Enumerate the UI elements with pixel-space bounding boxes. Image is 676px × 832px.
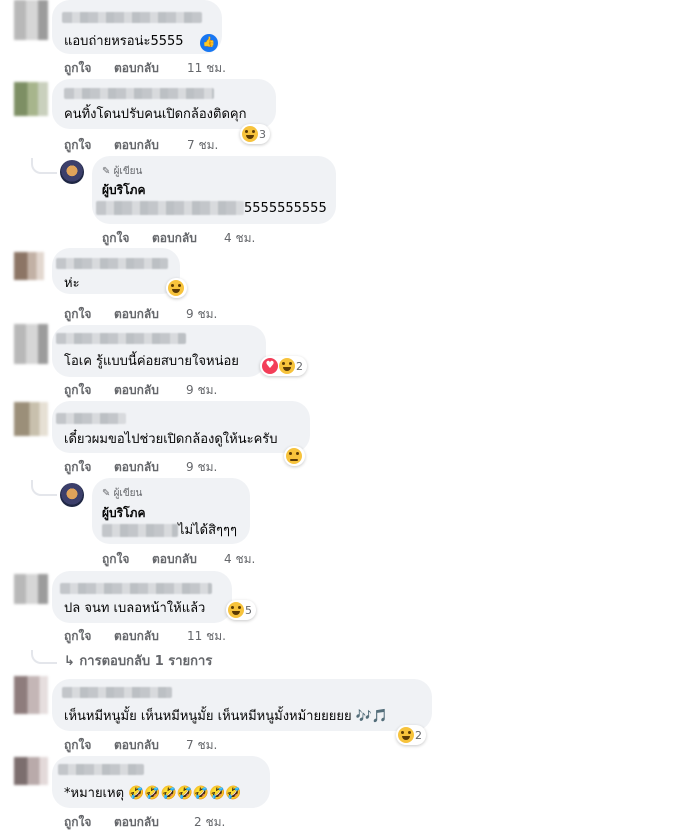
like-button[interactable]: ถูกใจ bbox=[102, 229, 129, 248]
comment-bubble: ปล จนท เบลอหน้าให้แล้ว bbox=[52, 571, 232, 623]
reply-button[interactable]: ตอบกลับ bbox=[114, 458, 159, 477]
reaction-summary[interactable]: ♥ 2 bbox=[260, 356, 307, 376]
reply-text: 5555555555 bbox=[244, 201, 327, 216]
haha-emoji-icon bbox=[168, 280, 184, 296]
author-badge: ✎ ผู้เขียน bbox=[102, 166, 143, 177]
comment-bubble: เห็นหมีหนูมั้ย เห็นหมีหนูมั้ย เห็นหมีหนู… bbox=[52, 679, 432, 731]
reply-button[interactable]: ตอบกลับ bbox=[114, 381, 159, 400]
thread-line bbox=[31, 480, 57, 496]
avatar[interactable] bbox=[14, 574, 48, 604]
comment-time[interactable]: 9 ชม. bbox=[186, 458, 217, 477]
comment-bubble: ห่ะ bbox=[52, 248, 180, 294]
reaction-summary[interactable]: 2 bbox=[396, 725, 426, 745]
haha-emoji-icon bbox=[279, 358, 295, 374]
avatar[interactable] bbox=[14, 402, 48, 436]
commenter-name[interactable] bbox=[64, 88, 214, 99]
haha-emoji-icon bbox=[242, 126, 258, 142]
love-heart-icon: ♥ bbox=[262, 358, 278, 374]
reply-bubble: ✎ ผู้เขียน ผู้บริโภค ไม่ได้สิๆๆๆ bbox=[92, 478, 250, 544]
reaction-summary[interactable] bbox=[166, 278, 187, 298]
avatar[interactable] bbox=[14, 757, 48, 785]
commenter-name[interactable] bbox=[58, 764, 144, 775]
view-more-replies-link[interactable]: ↳ การตอบกลับ 1 รายการ bbox=[64, 650, 212, 671]
comment-bubble: *หมายเหตุ 🤣🤣🤣🤣🤣🤣🤣 bbox=[52, 756, 270, 808]
like-button[interactable]: ถูกใจ bbox=[64, 458, 91, 477]
haha-emoji-icon bbox=[398, 727, 414, 743]
comment-text: ปล จนท เบลอหน้าให้แล้ว bbox=[64, 601, 206, 616]
comment-time[interactable]: 7 ชม. bbox=[186, 736, 217, 755]
commenter-name[interactable] bbox=[60, 583, 212, 594]
comment-bubble: คนทิ้งโดนปรับคนเปิดกล้องติดคุก bbox=[52, 79, 276, 129]
reaction-count: 3 bbox=[259, 127, 266, 141]
reply-button[interactable]: ตอบกลับ bbox=[114, 136, 159, 155]
reply-time[interactable]: 4 ชม. bbox=[224, 550, 255, 569]
comment-text: *หมายเหตุ 🤣🤣🤣🤣🤣🤣🤣 bbox=[64, 786, 242, 801]
author-badge-label: ผู้เขียน bbox=[113, 488, 143, 499]
reply-button[interactable]: ตอบกลับ bbox=[114, 813, 159, 832]
page-name[interactable]: ผู้บริโภค bbox=[102, 181, 145, 200]
commenter-name[interactable] bbox=[56, 258, 168, 269]
comment-text: แอบถ่ายหรอน่ะ5555 bbox=[64, 34, 184, 49]
comment-time[interactable]: 9 ชม. bbox=[186, 381, 217, 400]
avatar[interactable] bbox=[14, 82, 48, 116]
like-button[interactable]: ถูกใจ bbox=[64, 381, 91, 400]
reaction-summary[interactable] bbox=[284, 446, 305, 466]
reply-button[interactable]: ตอบกลับ bbox=[114, 627, 159, 646]
comment-time[interactable]: 11 ชม. bbox=[187, 59, 226, 78]
comment-text: เดี๋ยวผมขอไปช่วยเปิดกล้องดูให้นะครับ bbox=[64, 432, 278, 447]
page-name[interactable]: ผู้บริโภค bbox=[102, 504, 145, 523]
blurred-text bbox=[96, 201, 244, 215]
comment-bubble: แอบถ่ายหรอน่ะ5555 👍 bbox=[52, 0, 222, 54]
commenter-name[interactable] bbox=[62, 12, 202, 23]
reaction-count: 2 bbox=[415, 728, 422, 742]
commenter-name[interactable] bbox=[62, 687, 172, 698]
like-button[interactable]: ถูกใจ bbox=[102, 550, 129, 569]
reply-bubble: ✎ ผู้เขียน ผู้บริโภค 5555555555 bbox=[92, 156, 336, 224]
like-button[interactable]: ถูกใจ bbox=[64, 136, 91, 155]
reply-text: ไม่ได้สิๆๆๆ bbox=[178, 523, 237, 538]
like-button[interactable]: ถูกใจ bbox=[64, 305, 91, 324]
comment-time[interactable]: 9 ชม. bbox=[186, 305, 217, 324]
reply-button[interactable]: ตอบกลับ bbox=[114, 305, 159, 324]
page-avatar[interactable] bbox=[60, 483, 84, 507]
avatar[interactable] bbox=[14, 252, 44, 280]
reply-button[interactable]: ตอบกลับ bbox=[152, 229, 197, 248]
reply-button[interactable]: ตอบกลับ bbox=[114, 59, 159, 78]
avatar[interactable] bbox=[14, 676, 48, 714]
comment-text: เห็นหมีหนูมั้ย เห็นหมีหนูมั้ย เห็นหมีหนู… bbox=[64, 709, 389, 724]
commenter-name[interactable] bbox=[56, 413, 126, 424]
reaction-summary[interactable]: 5 bbox=[226, 600, 256, 620]
avatar[interactable] bbox=[14, 0, 48, 40]
comment-time[interactable]: 7 ชม. bbox=[187, 136, 218, 155]
comment-bubble: เดี๋ยวผมขอไปช่วยเปิดกล้องดูให้นะครับ bbox=[52, 401, 310, 453]
reaction-count: 2 bbox=[296, 359, 303, 373]
thread-line bbox=[31, 158, 57, 174]
like-button[interactable]: ถูกใจ bbox=[64, 627, 91, 646]
comment-text: โอเค รู้แบบนี้ค่อยสบายใจหน่อย bbox=[64, 354, 239, 369]
page-avatar[interactable] bbox=[60, 160, 84, 184]
like-button[interactable]: ถูกใจ bbox=[64, 736, 91, 755]
sad-emoji-icon bbox=[286, 448, 302, 464]
reply-time[interactable]: 4 ชม. bbox=[224, 229, 255, 248]
comment-text: คนทิ้งโดนปรับคนเปิดกล้องติดคุก bbox=[64, 107, 247, 122]
reply-button[interactable]: ตอบกลับ bbox=[152, 550, 197, 569]
blurred-text bbox=[102, 524, 178, 537]
comment-bubble: โอเค รู้แบบนี้ค่อยสบายใจหน่อย bbox=[52, 325, 266, 377]
thread-line bbox=[31, 650, 57, 664]
reply-button[interactable]: ตอบกลับ bbox=[114, 736, 159, 755]
like-reaction-icon[interactable]: 👍 bbox=[200, 34, 218, 52]
author-badge-label: ผู้เขียน bbox=[113, 166, 143, 177]
like-button[interactable]: ถูกใจ bbox=[64, 59, 91, 78]
comment-time[interactable]: 2 ชม. bbox=[194, 813, 225, 832]
comment-time[interactable]: 11 ชม. bbox=[187, 627, 226, 646]
haha-emoji-icon bbox=[228, 602, 244, 618]
commenter-name[interactable] bbox=[56, 333, 186, 344]
reaction-count: 5 bbox=[245, 603, 252, 617]
comment-text: ห่ะ bbox=[64, 276, 80, 291]
like-button[interactable]: ถูกใจ bbox=[64, 813, 91, 832]
author-badge: ✎ ผู้เขียน bbox=[102, 488, 143, 499]
avatar[interactable] bbox=[14, 324, 48, 364]
reaction-summary[interactable]: 3 bbox=[240, 124, 270, 144]
